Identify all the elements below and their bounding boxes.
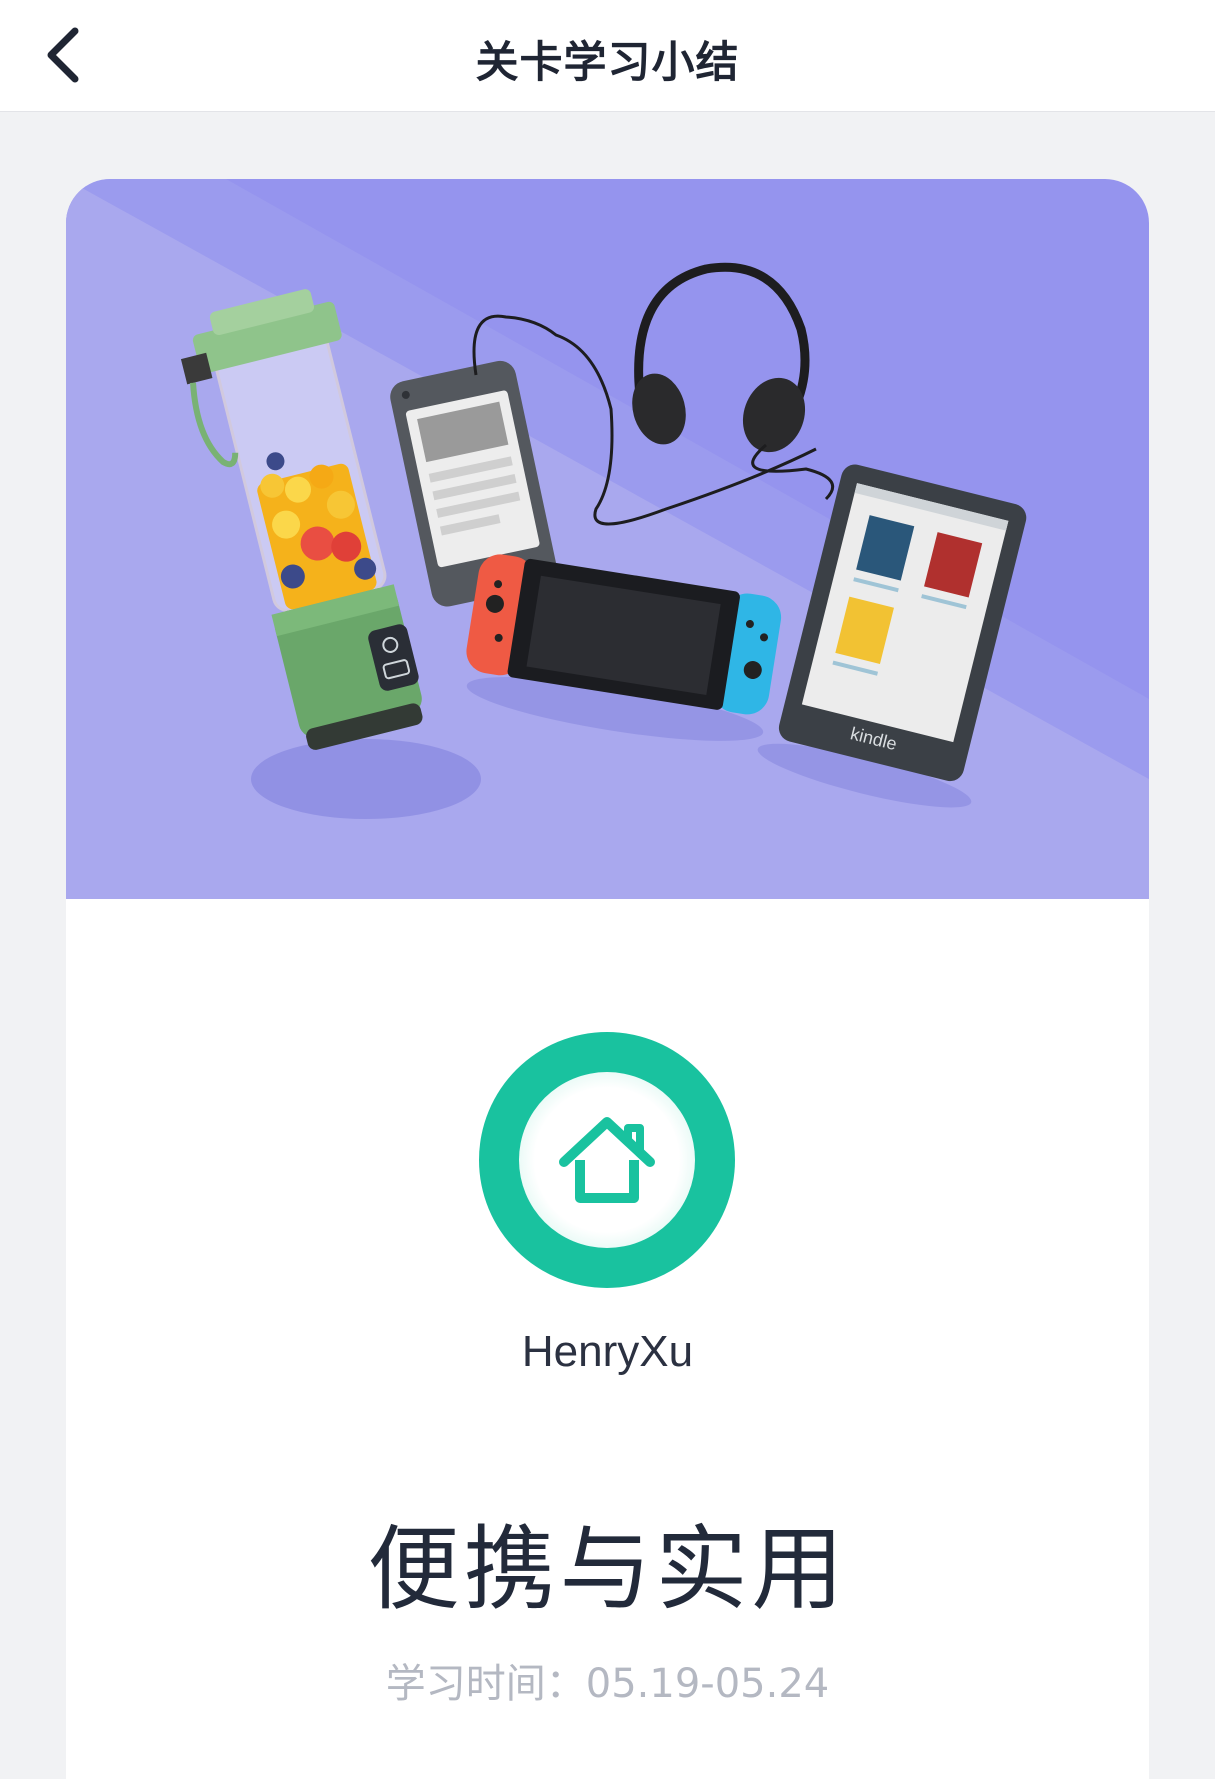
summary-card: kindle HenryXu 便携与实用 学习时间：05.19-05.24 (66, 179, 1149, 1779)
course-title: 便携与实用 (367, 1516, 848, 1623)
banner-illustration: kindle (66, 179, 1149, 899)
username: HenryXu (521, 1327, 694, 1376)
study-time: 学习时间：05.19-05.24 (385, 1661, 830, 1707)
home-icon (559, 1117, 655, 1203)
top-navigation-bar: 关卡学习小结 (0, 0, 1215, 112)
page-title: 关卡学习小结 (475, 38, 740, 88)
avatar (479, 1032, 735, 1288)
